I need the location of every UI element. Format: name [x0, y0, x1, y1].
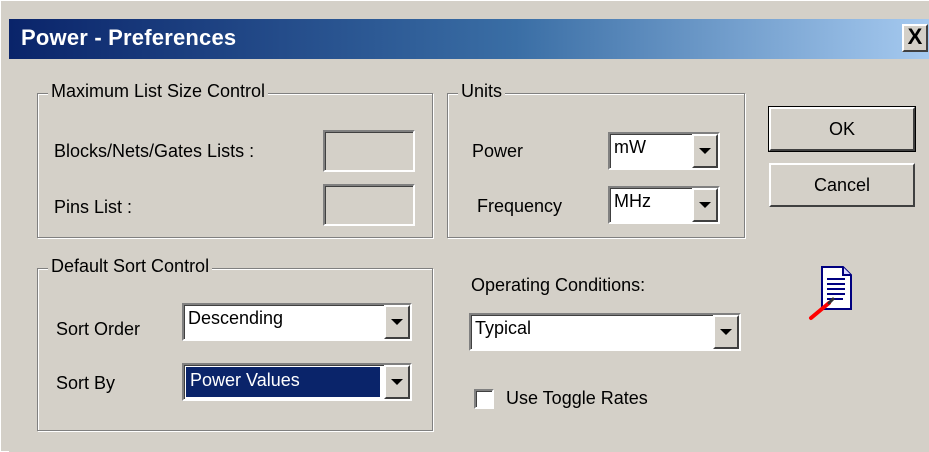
pins-list-label: Pins List : — [54, 197, 133, 217]
units-group: Units Power mW Frequency MHz — [447, 81, 745, 238]
dropdown-arrow-icon — [720, 329, 732, 335]
ok-button[interactable]: OK — [768, 106, 916, 152]
cancel-button[interactable]: Cancel — [769, 163, 915, 207]
power-unit-value: mW — [614, 137, 646, 157]
frequency-unit-label: Frequency — [477, 196, 563, 216]
units-title: Units — [458, 81, 506, 102]
window-title: Power - Preferences — [21, 25, 237, 50]
title-bar[interactable]: Power - Preferences X — [9, 19, 929, 59]
dropdown-arrow-icon — [391, 319, 403, 325]
operating-conditions-select[interactable]: Typical — [469, 313, 741, 351]
blocks-lists-input[interactable] — [323, 130, 415, 172]
dialog-body: Maximum List Size Control Blocks/Nets/Ga… — [9, 59, 929, 452]
power-unit-label: Power — [472, 141, 524, 161]
notepad-pencil-icon — [805, 261, 857, 321]
sort-control-title: Default Sort Control — [48, 256, 213, 277]
frequency-unit-dropdown-button[interactable] — [692, 188, 718, 222]
dropdown-arrow-icon — [699, 202, 711, 208]
max-list-size-title: Maximum List Size Control — [48, 81, 269, 102]
power-unit-select[interactable]: mW — [608, 132, 720, 170]
close-button[interactable]: X — [902, 24, 928, 52]
use-toggle-rates-label[interactable]: Use Toggle Rates — [506, 388, 648, 409]
operating-conditions-value: Typical — [475, 318, 532, 338]
frequency-unit-value: MHz — [614, 191, 651, 211]
operating-conditions-dropdown-button[interactable] — [713, 315, 739, 349]
pins-list-input[interactable] — [323, 184, 415, 226]
max-list-size-group: Maximum List Size Control Blocks/Nets/Ga… — [37, 81, 433, 238]
dropdown-arrow-icon — [391, 379, 403, 385]
sort-control-group: Default Sort Control Sort Order Descendi… — [37, 256, 433, 431]
blocks-lists-label: Blocks/Nets/Gates Lists : — [54, 141, 255, 161]
sort-by-select[interactable]: Power Values — [182, 363, 412, 401]
power-unit-dropdown-button[interactable] — [692, 134, 718, 168]
sort-order-select[interactable]: Descending — [182, 303, 412, 341]
close-icon: X — [907, 24, 923, 49]
sort-by-value: Power Values — [186, 367, 380, 397]
sort-by-label: Sort By — [56, 373, 116, 393]
use-toggle-rates-checkbox[interactable] — [474, 389, 494, 409]
sort-order-label: Sort Order — [56, 319, 141, 339]
frequency-unit-select[interactable]: MHz — [608, 186, 720, 224]
preferences-dialog: Power - Preferences X Maximum List Size … — [0, 0, 929, 452]
sort-by-dropdown-button[interactable] — [384, 365, 410, 399]
operating-conditions-label: Operating Conditions: — [471, 275, 646, 295]
dropdown-arrow-icon — [699, 148, 711, 154]
sort-order-value: Descending — [188, 308, 284, 328]
sort-order-dropdown-button[interactable] — [384, 305, 410, 339]
